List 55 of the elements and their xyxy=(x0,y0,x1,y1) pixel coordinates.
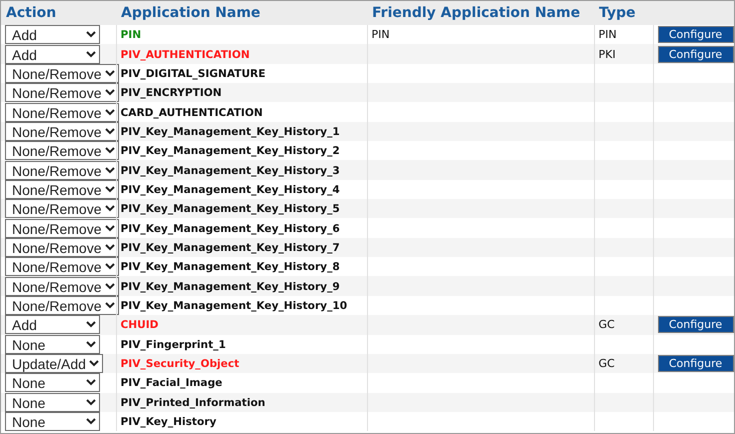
application-name: PIV_Key_Management_Key_History_3 xyxy=(120,164,340,177)
application-name: PIV_Security_Object xyxy=(120,358,240,370)
action-select[interactable]: None/Remove xyxy=(5,238,119,257)
action-select[interactable]: None/Remove xyxy=(5,141,119,160)
application-name: CARD_AUTHENTICATION xyxy=(120,106,263,119)
application-name: PIV_Key_Management_Key_History_4 xyxy=(120,184,340,196)
action-select[interactable]: None/Remove xyxy=(5,122,119,141)
configure-button[interactable]: Configure xyxy=(658,316,734,334)
action-select[interactable]: None/Remove xyxy=(5,180,119,199)
configure-button[interactable]: Configure xyxy=(658,26,734,44)
application-name: PIV_Key_History xyxy=(120,416,216,428)
application-name: CHUID xyxy=(120,319,158,332)
action-select[interactable]: None/Remove xyxy=(5,296,119,315)
action-select[interactable]: Add xyxy=(5,44,100,64)
action-select[interactable]: None/Remove xyxy=(5,218,119,238)
action-select[interactable]: None xyxy=(5,412,100,432)
configure-button[interactable]: Configure xyxy=(658,46,734,63)
application-name: PIV_Key_Management_Key_History_8 xyxy=(120,261,340,274)
application-name: PIV_ENCRYPTION xyxy=(120,87,222,100)
type-label: GC xyxy=(598,357,615,370)
action-select[interactable]: None/Remove xyxy=(5,64,119,83)
action-select[interactable]: None/Remove xyxy=(5,257,119,276)
configure-button[interactable]: Configure xyxy=(658,355,734,372)
action-select[interactable]: None xyxy=(5,392,100,412)
application-name-header: Application Name xyxy=(116,1,367,25)
application-name: PIV_Fingerprint_1 xyxy=(120,338,226,351)
action-select[interactable]: None/Remove xyxy=(5,83,119,102)
action-select[interactable]: None xyxy=(5,373,100,392)
friendly-name-header: Friendly Application Name xyxy=(367,1,594,25)
type-label: PIN xyxy=(598,28,617,42)
action-header: Action xyxy=(1,1,116,25)
action-select[interactable]: Add xyxy=(5,315,100,334)
application-name: PIV_DIGITAL_SIGNATURE xyxy=(120,68,266,80)
application-name: PIV_Key_Management_Key_History_1 xyxy=(120,126,340,138)
application-name: PIV_Key_Management_Key_History_7 xyxy=(120,242,340,254)
action-select[interactable]: None/Remove xyxy=(5,276,119,296)
action-select[interactable]: Add xyxy=(5,25,100,44)
application-name: PIV_Key_Management_Key_History_5 xyxy=(120,203,340,216)
type-header: Type xyxy=(594,1,653,25)
application-name: PIN xyxy=(120,29,142,42)
action-select[interactable]: None/Remove xyxy=(5,160,119,180)
action-select[interactable]: Update/Add xyxy=(5,354,103,374)
action-select[interactable]: None/Remove xyxy=(5,199,119,218)
application-name: PIV_Key_Management_Key_History_2 xyxy=(120,145,340,158)
friendly-name: PIN xyxy=(372,28,390,42)
application-name: PIV_AUTHENTICATION xyxy=(120,48,250,61)
action-select[interactable]: None xyxy=(5,334,100,354)
application-name: PIV_Facial_Image xyxy=(120,377,222,390)
application-name: PIV_Key_Management_Key_History_10 xyxy=(120,300,348,312)
application-name: PIV_Key_Management_Key_History_9 xyxy=(120,280,340,293)
application-name: PIV_Key_Management_Key_History_6 xyxy=(120,222,340,235)
action-select[interactable]: None/Remove xyxy=(5,102,119,122)
application-name: PIV_Printed_Information xyxy=(120,396,266,409)
type-label: PKI xyxy=(598,48,616,61)
type-label: GC xyxy=(598,318,615,332)
